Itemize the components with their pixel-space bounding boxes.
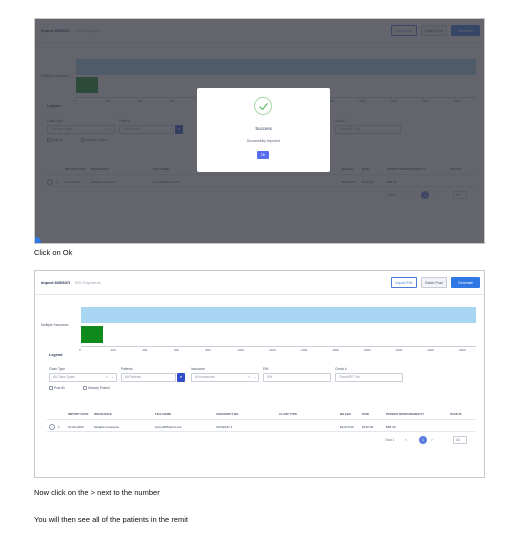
patients-select[interactable]: All Patients: [121, 373, 176, 382]
chart-bar-value: [81, 326, 103, 343]
row-count: 1: [58, 425, 60, 429]
screenshot-remit-list: Import 835/837I EDI Payments Import File…: [34, 270, 485, 478]
already-posted-checkbox[interactable]: Already Posted: [83, 386, 110, 391]
th-billed: BILLED: [340, 412, 351, 416]
th-check-eft-no: CHECK/EFT NO: [216, 412, 239, 416]
chart-y-label: Multiple Insurance: [41, 323, 69, 327]
chart-x-tick-label: 1400: [300, 348, 308, 352]
caption-click-next: Now click on the > next to the number: [34, 488, 160, 497]
th-status: STATUS: [450, 412, 462, 416]
modal-subtitle: Successfully Imported: [246, 139, 281, 143]
table-header-divider: [47, 419, 475, 420]
clear-icon[interactable]: ×: [248, 374, 250, 381]
row-billed: $2,970.00: [340, 425, 354, 429]
insurance-label: Insurance: [191, 367, 205, 371]
pagination-next[interactable]: >: [431, 438, 433, 442]
cursor-indicator: [35, 237, 41, 243]
th-claim-type: CLAIM TYPE: [279, 412, 298, 416]
document-page: Import 835/837I EDI Payments Import File…: [0, 0, 508, 552]
caption-see-patients: You will then see all of the patients in…: [34, 515, 188, 524]
chart-x-tick-label: 2200: [427, 348, 435, 352]
success-modal: Success Successfully Imported Ok: [197, 88, 330, 172]
chevron-down-icon[interactable]: ⌄: [111, 374, 114, 381]
page-size-select[interactable]: 10: [453, 436, 467, 444]
chart-x-tick-label: 2000: [395, 348, 403, 352]
row-file-name: import835remit.xml: [155, 425, 182, 429]
patients-label: Patients: [121, 367, 133, 371]
chart-x-tick-label: 2400: [459, 348, 466, 352]
row-check-eft-no: CDO#147-1: [216, 425, 233, 429]
row-paid: $720.00: [362, 425, 374, 429]
patients-value: All Patients: [125, 375, 141, 379]
th-file-name: FILE NAME: [155, 412, 172, 416]
claim-type-select[interactable]: All Claim Types ×⌄: [49, 373, 117, 382]
check-number-placeholder: Check/EFT No: [339, 375, 360, 379]
generate-button[interactable]: Generate: [451, 277, 480, 288]
chart-x-tick-label: 1000: [237, 348, 245, 352]
clear-icon[interactable]: ×: [106, 374, 108, 381]
chart-x-tick-label: 400: [142, 348, 148, 352]
chart-x-tick-label: 1800: [364, 348, 371, 352]
chart-x-tick-label: 800: [205, 348, 211, 352]
row-insurance: Multiple Insurance: [94, 425, 120, 429]
th-patient-responsibility: PATIENT RESPONSIBILITY: [386, 412, 425, 416]
chart-x-axis: [81, 346, 476, 347]
ein-placeholder: EIN: [267, 375, 273, 379]
pagination-total: Total 1: [385, 438, 395, 442]
import-file-button[interactable]: Import File: [391, 277, 417, 288]
success-check-icon: [254, 97, 272, 115]
app-topbar: Import 835/837I EDI Payments Import File…: [35, 271, 484, 295]
ein-input[interactable]: EIN: [263, 373, 331, 382]
tab-edi-payments[interactable]: EDI Payments: [75, 280, 101, 285]
patients-dropdown-button[interactable]: ▾: [177, 373, 185, 382]
chevron-down-icon[interactable]: ⌄: [253, 374, 256, 381]
post-all-label: Post All: [54, 386, 65, 390]
th-insurance: INSURANCE: [94, 412, 112, 416]
caption-click-ok: Click on Ok: [34, 248, 73, 257]
batch-post-button[interactable]: Batch Post: [421, 277, 447, 288]
chart-bar-background: [81, 307, 476, 323]
row-patient-responsibility: $58.40: [386, 425, 396, 429]
pagination-prev[interactable]: <: [405, 438, 407, 442]
chart-x-tick-label: 1600: [332, 348, 340, 352]
chart-x-tick-label: 200: [110, 348, 116, 352]
screenshot-success-modal: Import 835/837I EDI Payments Import File…: [34, 18, 485, 244]
legend-label: Legend: [49, 353, 63, 357]
table-row-divider: [47, 431, 475, 432]
ein-label: EIN: [263, 367, 269, 371]
insurance-value: All Insurances: [195, 375, 216, 379]
chart-x-tick-label: 1200: [269, 348, 276, 352]
modal-ok-button[interactable]: Ok: [257, 151, 269, 159]
tab-import[interactable]: Import 835/837I: [41, 280, 70, 285]
th-import-date: IMPORT DATE: [68, 412, 89, 416]
chart-x-tick-label: 600: [174, 348, 180, 352]
claim-type-value: All Claim Types: [53, 375, 75, 379]
post-all-checkbox[interactable]: Post All: [49, 386, 65, 391]
already-posted-label: Already Posted: [88, 386, 110, 390]
claim-type-label: Claim Type: [49, 367, 65, 371]
modal-title: Success: [255, 126, 272, 131]
check-number-input[interactable]: Check/EFT No: [335, 373, 403, 382]
pagination-current-page[interactable]: 1: [419, 436, 427, 444]
check-number-label: Check #: [335, 367, 347, 371]
row-expand-icon[interactable]: ›: [49, 424, 55, 430]
row-import-date: 01-02-2022: [68, 425, 84, 429]
chart-x-tick-label: 0: [79, 348, 81, 352]
th-paid: PAID: [362, 412, 369, 416]
insurance-select[interactable]: All Insurances × ⌄: [191, 373, 259, 382]
modal-overlay: Success Successfully Imported Ok: [35, 19, 484, 243]
